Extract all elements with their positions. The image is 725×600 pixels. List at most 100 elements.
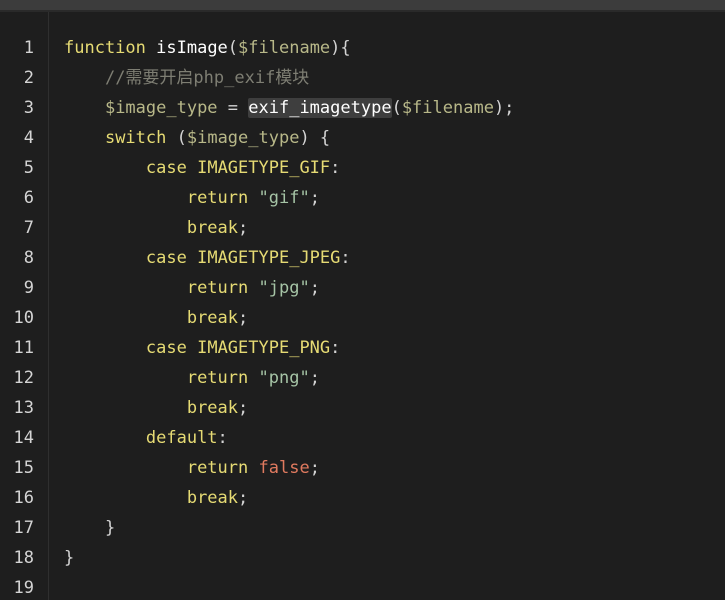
code-line[interactable]: switch ($image_type) { <box>64 123 330 153</box>
line-number: 1 <box>23 38 34 58</box>
code-line[interactable]: function isImage($filename){ <box>64 33 351 63</box>
code-token: switch <box>104 128 167 148</box>
line-number: 4 <box>23 128 34 148</box>
code-token: break <box>186 398 239 418</box>
code-token: "gif" <box>258 188 310 208</box>
code-token: : <box>330 158 341 178</box>
code-line[interactable]: return false; <box>64 453 320 483</box>
code-token: ; <box>309 368 320 388</box>
code-token: $image_type <box>186 128 300 148</box>
line-number: 19 <box>13 578 34 598</box>
code-line[interactable]: $image_type = exif_imagetype($filename); <box>64 93 514 123</box>
code-line[interactable]: break; <box>64 213 248 243</box>
line-number: 5 <box>23 158 34 178</box>
code-token: ; <box>309 458 320 478</box>
line-number-gutter: 1 2 3 4 5 6 7 8 9 10 11 12 13 14 15 16 17 18 19 <box>0 12 49 600</box>
line-number: 11 <box>13 338 34 358</box>
code-token: default <box>145 428 218 448</box>
code-token: ; <box>309 188 320 208</box>
code-token: ){ <box>330 38 351 58</box>
code-line[interactable]: case IMAGETYPE_PNG: <box>64 333 341 363</box>
code-token: $image_type <box>104 98 218 118</box>
code-token: case <box>145 158 187 178</box>
line-number: 10 <box>13 308 34 328</box>
code-token: ( <box>166 128 187 148</box>
code-token: break <box>186 308 239 328</box>
code-token: //需要开启php_exif模块 <box>104 68 310 88</box>
line-number: 14 <box>13 428 34 448</box>
line-number: 9 <box>23 278 34 298</box>
code-token: case <box>145 338 187 358</box>
code-line[interactable]: case IMAGETYPE_JPEG: <box>64 243 351 273</box>
code-line[interactable]: return "png"; <box>64 363 320 393</box>
code-token: false <box>258 458 310 478</box>
code-editor[interactable]: 1 2 3 4 5 6 7 8 9 10 11 12 13 14 15 16 17 18 19 function i… <box>0 0 725 600</box>
code-token: = <box>217 98 249 118</box>
line-number: 15 <box>13 458 34 478</box>
code-token: : <box>330 338 341 358</box>
code-token: IMAGETYPE_PNG <box>197 338 331 358</box>
code-line[interactable]: //需要开启php_exif模块 <box>64 63 309 93</box>
code-token: return <box>186 458 249 478</box>
code-line[interactable]: case IMAGETYPE_GIF: <box>64 153 341 183</box>
code-token: IMAGETYPE_JPEG <box>197 248 341 268</box>
line-number: 7 <box>23 218 34 238</box>
code-token: $filename <box>238 38 331 58</box>
code-token: "jpg" <box>258 278 310 298</box>
code-token: } <box>104 518 116 538</box>
code-token: ; <box>238 398 249 418</box>
code-line[interactable]: break; <box>64 483 248 513</box>
code-token: : <box>340 248 351 268</box>
code-token: case <box>145 248 187 268</box>
line-number: 8 <box>23 248 34 268</box>
code-token: ; <box>238 218 249 238</box>
code-token: ( <box>391 98 402 118</box>
code-token: ; <box>309 278 320 298</box>
line-number: 18 <box>13 548 34 568</box>
line-number: 3 <box>23 98 34 118</box>
code-token: "png" <box>258 368 310 388</box>
code-token: IMAGETYPE_GIF <box>197 158 331 178</box>
code-line[interactable]: } <box>64 513 115 543</box>
editor-top-bar <box>0 0 725 12</box>
line-number: 17 <box>13 518 34 538</box>
code-token: ); <box>493 98 515 118</box>
code-token: exif_imagetype <box>248 98 392 118</box>
code-token: ; <box>238 308 249 328</box>
code-token: return <box>186 368 249 388</box>
code-line[interactable]: break; <box>64 393 248 423</box>
code-line[interactable]: break; <box>64 303 248 333</box>
code-line[interactable]: default: <box>64 423 228 453</box>
code-token: } <box>64 548 75 568</box>
line-number: 6 <box>23 188 34 208</box>
code-token: ; <box>238 488 249 508</box>
code-line[interactable]: return "jpg"; <box>64 273 320 303</box>
code-token: break <box>186 218 239 238</box>
code-line[interactable]: } <box>64 543 74 573</box>
code-token: break <box>186 488 239 508</box>
code-line[interactable]: return "gif"; <box>64 183 320 213</box>
line-number: 13 <box>13 398 34 418</box>
